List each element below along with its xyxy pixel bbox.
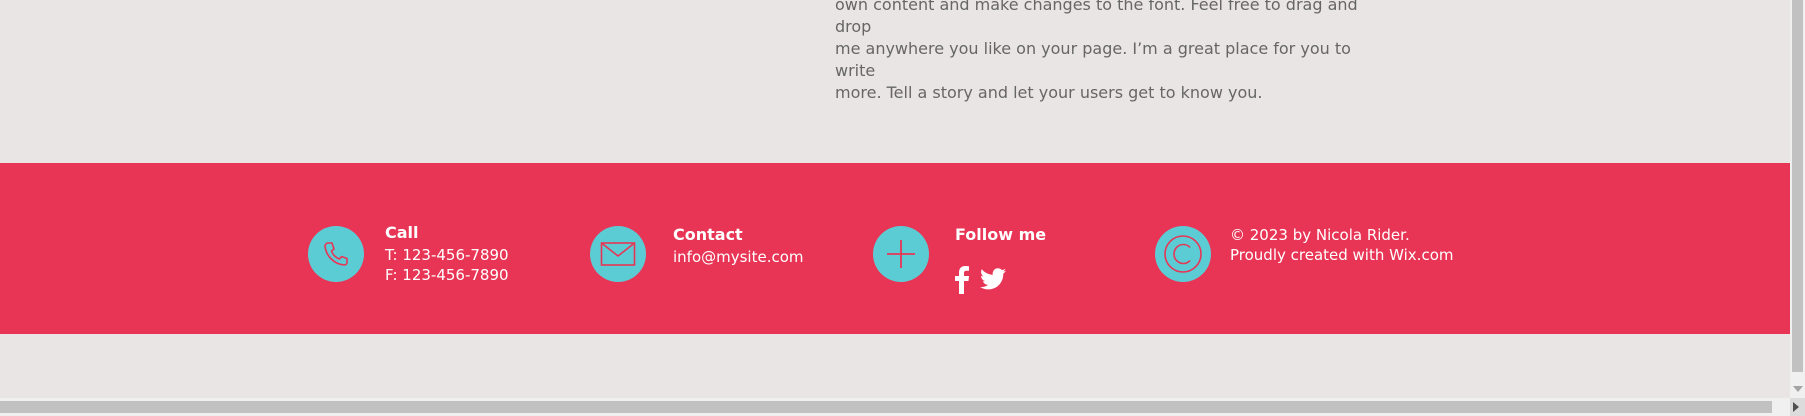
scroll-right-arrow-icon[interactable] xyxy=(1793,402,1799,412)
credit-line[interactable]: Proudly created with Wix.com xyxy=(1230,245,1453,265)
phone-icon xyxy=(308,226,364,282)
call-phone: T: 123-456-7890 xyxy=(385,246,509,264)
plus-icon xyxy=(873,226,929,282)
call-fax: F: 123-456-7890 xyxy=(385,266,509,284)
paragraph-line: own content and make changes to the font… xyxy=(835,0,1358,36)
facebook-icon[interactable] xyxy=(954,264,970,299)
body-paragraph: own content and make changes to the font… xyxy=(835,0,1395,104)
social-links xyxy=(954,264,1006,299)
scroll-down-arrow-icon[interactable] xyxy=(1793,386,1803,392)
twitter-icon[interactable] xyxy=(980,268,1006,295)
horizontal-scroll-thumb[interactable] xyxy=(0,401,1772,413)
follow-title: Follow me xyxy=(955,225,1047,244)
copyright-line: © 2023 by Nicola Rider. xyxy=(1230,226,1410,244)
horizontal-scrollbar[interactable] xyxy=(0,398,1805,416)
copyright-icon xyxy=(1155,226,1211,282)
contact-title: Contact xyxy=(673,225,743,244)
contact-email[interactable]: info@mysite.com xyxy=(673,247,804,267)
vertical-scrollbar[interactable] xyxy=(1790,0,1805,398)
envelope-icon xyxy=(590,226,646,282)
call-title: Call xyxy=(385,223,419,242)
paragraph-line: me anywhere you like on your page. I’m a… xyxy=(835,39,1351,80)
paragraph-line: more. Tell a story and let your users ge… xyxy=(835,83,1263,102)
footer: Call T: 123-456-7890 F: 123-456-7890 Con… xyxy=(0,163,1790,334)
page: own content and make changes to the font… xyxy=(0,0,1790,398)
vertical-scroll-thumb[interactable] xyxy=(1792,0,1803,372)
